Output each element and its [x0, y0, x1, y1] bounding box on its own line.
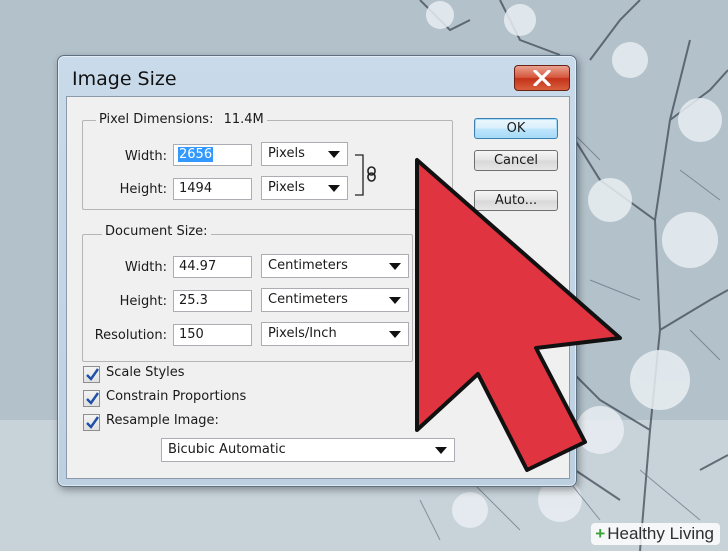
- healthy-living-watermark: + Healthy Living: [591, 523, 720, 545]
- red-pointer-arrow: [415, 158, 622, 472]
- plus-icon: +: [595, 524, 606, 543]
- watermark-text: Healthy Living: [607, 524, 714, 543]
